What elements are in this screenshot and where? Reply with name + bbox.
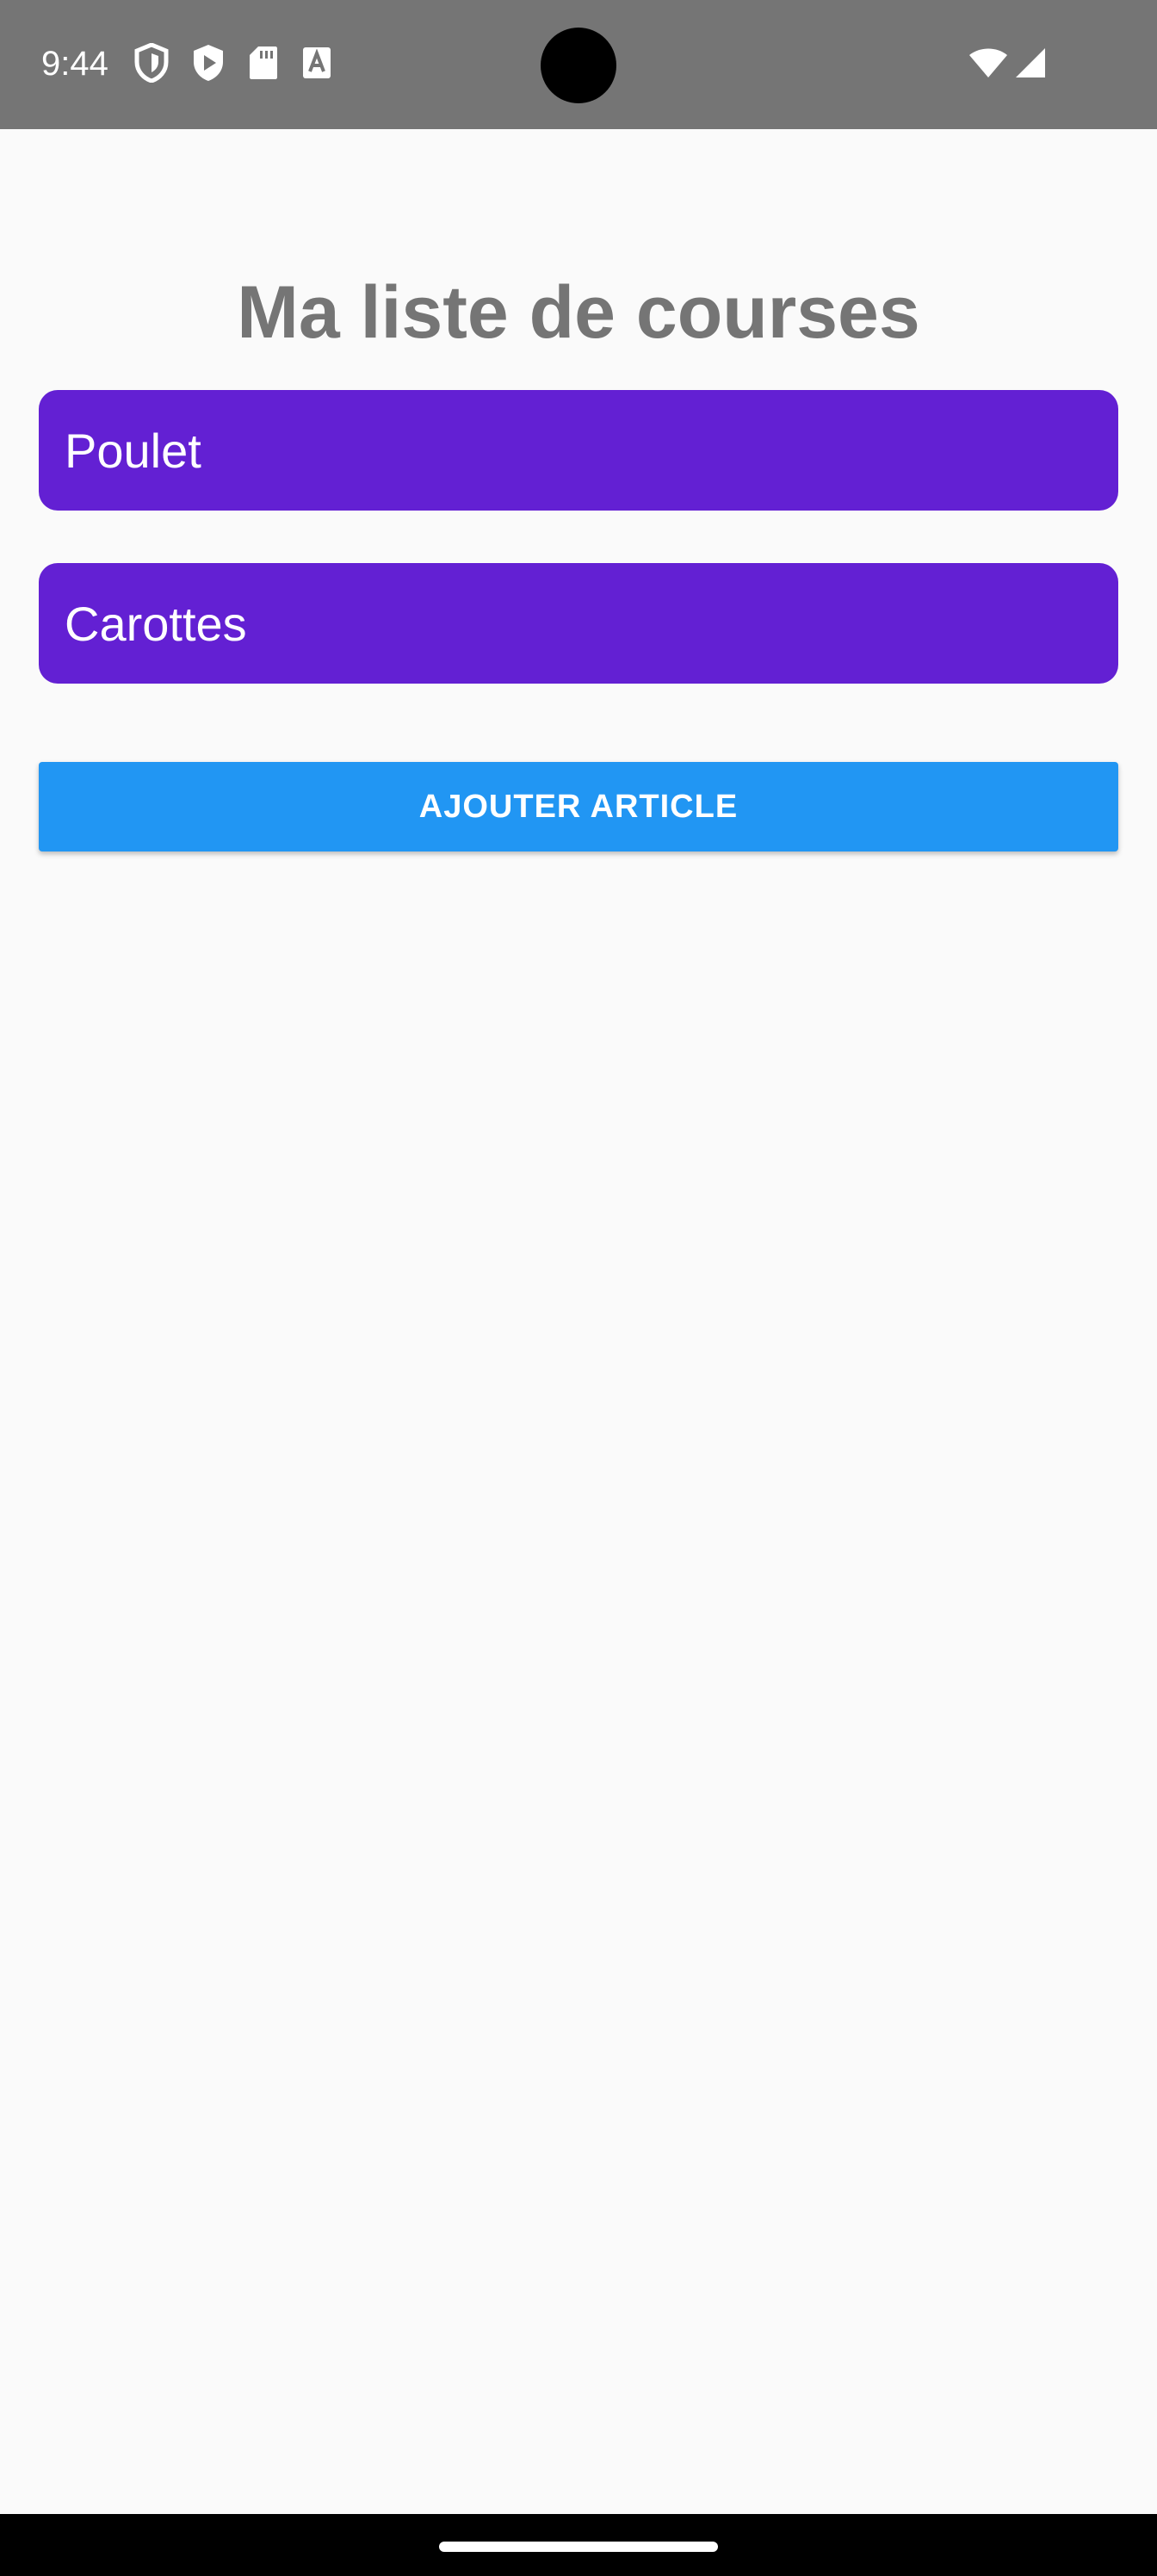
shopping-list: Poulet Carottes — [39, 390, 1118, 736]
status-icons-left — [134, 43, 332, 83]
list-item[interactable]: Poulet — [39, 390, 1118, 511]
add-item-button[interactable]: AJOUTER ARTICLE — [39, 762, 1118, 851]
status-icons-right — [968, 46, 1047, 84]
list-item-label: Carottes — [65, 596, 247, 651]
navigation-bar — [0, 2514, 1157, 2576]
wifi-icon — [968, 46, 1009, 84]
page-title: Ma liste de courses — [237, 271, 920, 354]
cell-signal-icon — [1012, 46, 1047, 84]
app-screen: 9:44 Ma liste de courses Poulet Carottes… — [0, 0, 1157, 2576]
camera-cutout — [541, 28, 616, 103]
list-item[interactable]: Carottes — [39, 563, 1118, 684]
status-time: 9:44 — [41, 45, 108, 83]
home-handle[interactable] — [439, 2542, 718, 2552]
text-a-icon — [301, 46, 332, 80]
list-item-label: Poulet — [65, 423, 201, 478]
play-protect-icon — [191, 43, 226, 83]
status-bar: 9:44 — [0, 0, 1157, 129]
shield-icon — [134, 43, 169, 83]
sd-card-icon — [248, 45, 279, 81]
